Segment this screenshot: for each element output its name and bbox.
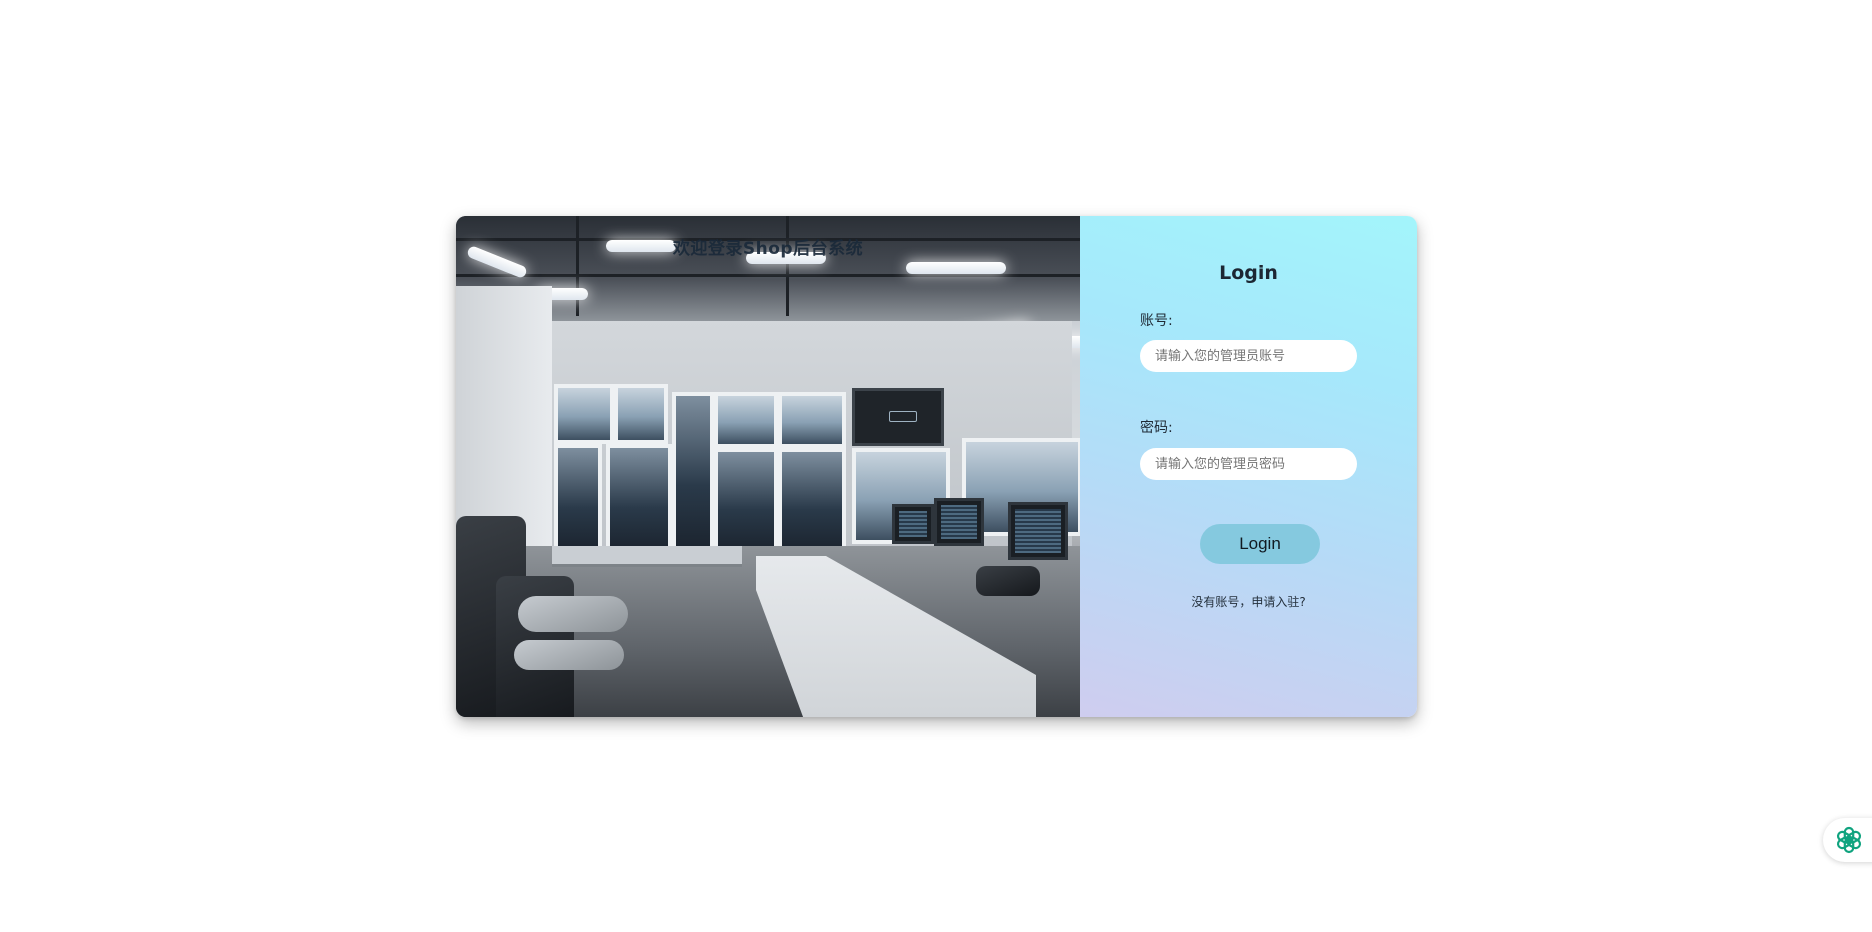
account-input[interactable] [1140, 340, 1357, 372]
password-label: 密码: [1140, 420, 1173, 436]
welcome-title: 欢迎登录Shop后台系统 [672, 239, 864, 259]
account-label: 账号: [1140, 313, 1173, 329]
register-link[interactable]: 没有账号，申请入驻? [1080, 593, 1417, 610]
openai-logo-icon[interactable] [1833, 824, 1865, 856]
login-panel: Login 账号: 密码: Login 没有账号，申请入驻? [1080, 216, 1417, 717]
login-button[interactable]: Login [1200, 524, 1320, 564]
login-card: 欢迎登录Shop后台系统 Login 账号: 密码: Login 没有账号，申请… [456, 216, 1417, 717]
login-heading: Login [1219, 262, 1278, 284]
assistant-widget[interactable] [1823, 818, 1872, 862]
office-photo: 欢迎登录Shop后台系统 [456, 216, 1080, 717]
password-input[interactable] [1140, 448, 1357, 480]
